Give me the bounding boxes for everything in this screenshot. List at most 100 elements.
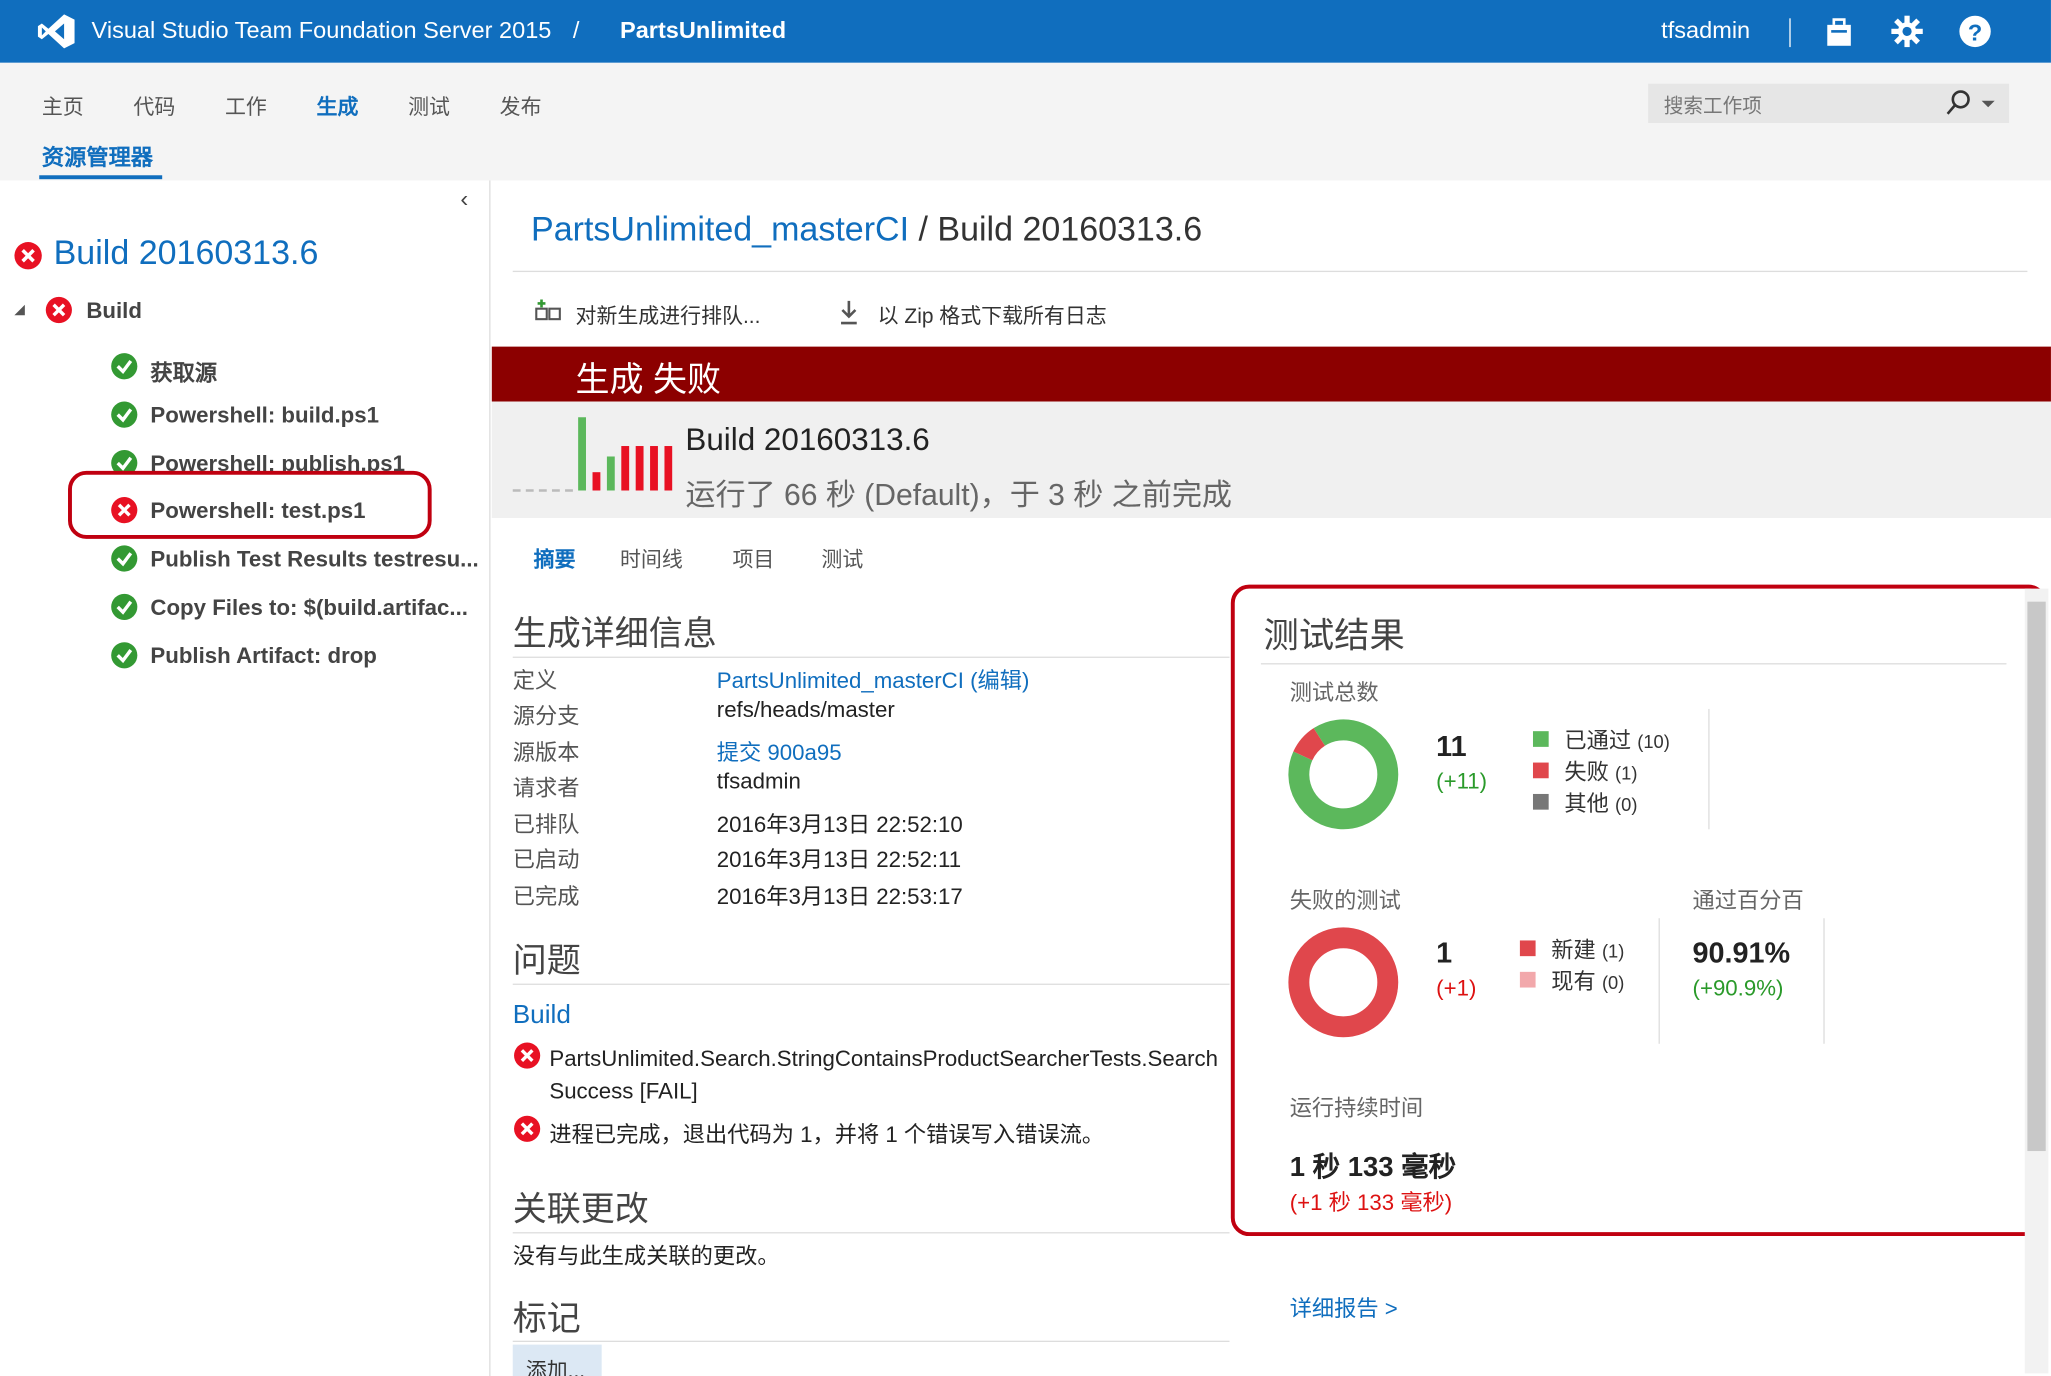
legend-passed: 已通过 (10) <box>1532 722 1670 755</box>
expand-triangle-icon[interactable] <box>13 303 26 316</box>
commit-link[interactable]: 提交 900a95 <box>717 734 842 767</box>
divider <box>1708 708 1710 830</box>
help-icon[interactable]: ? <box>1957 13 1994 50</box>
issue-message[interactable]: 进程已完成，退出代码为 1，并将 1 个错误写入错误流。 <box>549 1116 1104 1149</box>
tab-summary[interactable]: 摘要 <box>534 542 576 573</box>
add-tag-button[interactable]: 添加... <box>512 1344 602 1376</box>
marketplace-bag-icon[interactable] <box>1821 13 1858 50</box>
pass-percentage-label: 通过百分百 <box>1692 888 1804 913</box>
nav-code[interactable]: 代码 <box>133 89 175 120</box>
nav-build[interactable]: 生成 <box>317 89 359 120</box>
build-summary: Build 20160313.6 运行了 66 秒 (Default)，于 3 … <box>491 401 2051 518</box>
requested-by-value: tfsadmin <box>716 769 801 794</box>
legend-passed-label: 已通过 <box>1564 728 1632 754</box>
queue-build-icon[interactable] <box>534 298 563 327</box>
divider <box>1823 918 1825 1044</box>
tree-step-publish-artifact[interactable]: Publish Artifact: drop <box>150 644 376 670</box>
divider <box>512 270 2028 273</box>
error-icon <box>514 1115 541 1142</box>
success-icon <box>111 545 138 572</box>
queue-new-build-button[interactable]: 对新生成进行排队... <box>576 298 761 329</box>
divider <box>1658 918 1660 1044</box>
donut-slice-新建[interactable] <box>1288 927 1399 1038</box>
total-tests-delta: (+11) <box>1436 769 1488 794</box>
search-work-items-input[interactable]: 搜索工作项 <box>1648 83 2010 123</box>
download-logs-button[interactable]: 以 Zip 格式下载所有日志 <box>878 298 1107 329</box>
detail-label: 请求者 <box>512 775 580 801</box>
queued-time-value: 2016年3月13日 22:52:10 <box>716 812 963 838</box>
definition-link[interactable]: PartsUnlimited_masterCI <box>531 209 909 248</box>
svg-text:?: ? <box>1968 20 1982 46</box>
total-tests-label: 测试总数 <box>1289 680 1379 706</box>
divider <box>1260 663 2007 665</box>
issue-message[interactable]: PartsUnlimited.Search.StringContainsProd… <box>549 1042 1229 1107</box>
legend-failed: 失败 (1) <box>1532 753 1638 786</box>
existing-swatch <box>1519 971 1536 988</box>
build-title[interactable]: Build 20160313.6 <box>54 233 319 274</box>
legend-failed-label: 失败 <box>1564 759 1609 785</box>
divider <box>512 656 1230 658</box>
failed-tests-count: 1 <box>1436 936 1453 970</box>
nav-home[interactable]: 主页 <box>42 89 84 120</box>
detail-label: 源分支 <box>512 703 580 729</box>
legend-failed-count: (1) <box>1615 762 1638 784</box>
collapse-panel-icon[interactable]: ‹ <box>460 186 468 213</box>
failed-tests-delta: (+1) <box>1436 975 1477 1001</box>
build-name: Build 20160313.6 <box>685 422 930 458</box>
tree-step-get-sources[interactable]: 获取源 <box>150 354 217 387</box>
search-icon[interactable] <box>1944 89 1973 118</box>
detail-label: 已排队 <box>512 812 580 838</box>
failed-tests-donut-chart[interactable] <box>1287 926 1399 1038</box>
nav-test[interactable]: 测试 <box>408 89 450 120</box>
definition-edit-link[interactable]: PartsUnlimited_masterCI (编辑) <box>717 662 1030 695</box>
tab-tests[interactable]: 测试 <box>821 542 863 573</box>
total-tests-donut-chart[interactable] <box>1287 718 1399 830</box>
failed-tests-label: 失败的测试 <box>1289 888 1401 913</box>
legend-new-count: (1) <box>1601 940 1625 962</box>
detail-label: 已启动 <box>512 847 580 873</box>
section-associated-changes: 关联更改 <box>512 1188 649 1229</box>
detailed-report-link[interactable]: 详细报告 > <box>1290 1290 1398 1323</box>
user-name[interactable]: tfsadmin <box>1661 17 1750 44</box>
chevron-down-icon[interactable] <box>1980 99 1996 109</box>
app-title[interactable]: Visual Studio Team Foundation Server 201… <box>92 17 552 44</box>
tab-artifacts[interactable]: 项目 <box>732 542 774 573</box>
tree-step-copy-files[interactable]: Copy Files to: $(build.artifac... <box>150 595 468 621</box>
nav-release[interactable]: 发布 <box>500 89 542 120</box>
subnav-active-indicator <box>39 175 163 180</box>
legend-new: 新建 (1) <box>1519 931 1625 964</box>
success-icon <box>111 353 138 380</box>
error-icon <box>514 1042 541 1069</box>
legend-existing-count: (0) <box>1601 971 1625 993</box>
gear-icon[interactable] <box>1889 13 1926 50</box>
page-title: PartsUnlimited_masterCI / Build 20160313… <box>531 209 1202 250</box>
build-history-chart[interactable] <box>510 415 673 493</box>
visual-studio-logo-icon[interactable] <box>37 13 76 50</box>
pass-percentage-delta: (+90.9%) <box>1692 975 1784 1001</box>
build-tree-panel: ‹ Build 20160313.6 Build 获取源 Powershell:… <box>0 180 491 1376</box>
scrollbar-thumb[interactable] <box>2027 601 2046 1152</box>
project-name[interactable]: PartsUnlimited <box>620 17 786 44</box>
hub-navigation: 主页 代码 工作 生成 测试 发布 资源管理器 搜索工作项 <box>0 62 2051 181</box>
header-divider <box>1789 18 1791 48</box>
tree-step-build-ps1[interactable]: Powershell: build.ps1 <box>150 403 379 429</box>
download-icon[interactable] <box>837 298 861 327</box>
subnav-explorer[interactable]: 资源管理器 <box>42 139 153 172</box>
issues-group-build[interactable]: Build <box>513 1001 571 1031</box>
top-bar: Visual Studio Team Foundation Server 201… <box>0 0 2051 63</box>
nav-work[interactable]: 工作 <box>225 89 267 120</box>
build-run-info: 运行了 66 秒 (Default)，于 3 秒 之前完成 <box>685 477 1233 512</box>
tree-step-test-ps1[interactable]: Powershell: test.ps1 <box>150 498 365 524</box>
run-duration-value: 1 秒 133 毫秒 <box>1289 1152 1457 1183</box>
build-status-text: 生成 失败 <box>575 359 722 399</box>
failed-icon <box>111 497 138 524</box>
donut-slice-失败[interactable] <box>1293 728 1326 761</box>
tab-timeline[interactable]: 时间线 <box>620 542 683 573</box>
other-swatch <box>1532 793 1549 810</box>
tree-step-publish-test-results[interactable]: Publish Test Results testresu... <box>150 547 478 573</box>
finished-time-value: 2016年3月13日 22:53:17 <box>716 884 963 910</box>
legend-other-label: 其他 <box>1564 791 1609 817</box>
no-changes-text: 没有与此生成关联的更改。 <box>512 1243 780 1269</box>
total-tests-count: 11 <box>1436 729 1467 763</box>
tree-root-build[interactable]: Build <box>86 298 142 324</box>
